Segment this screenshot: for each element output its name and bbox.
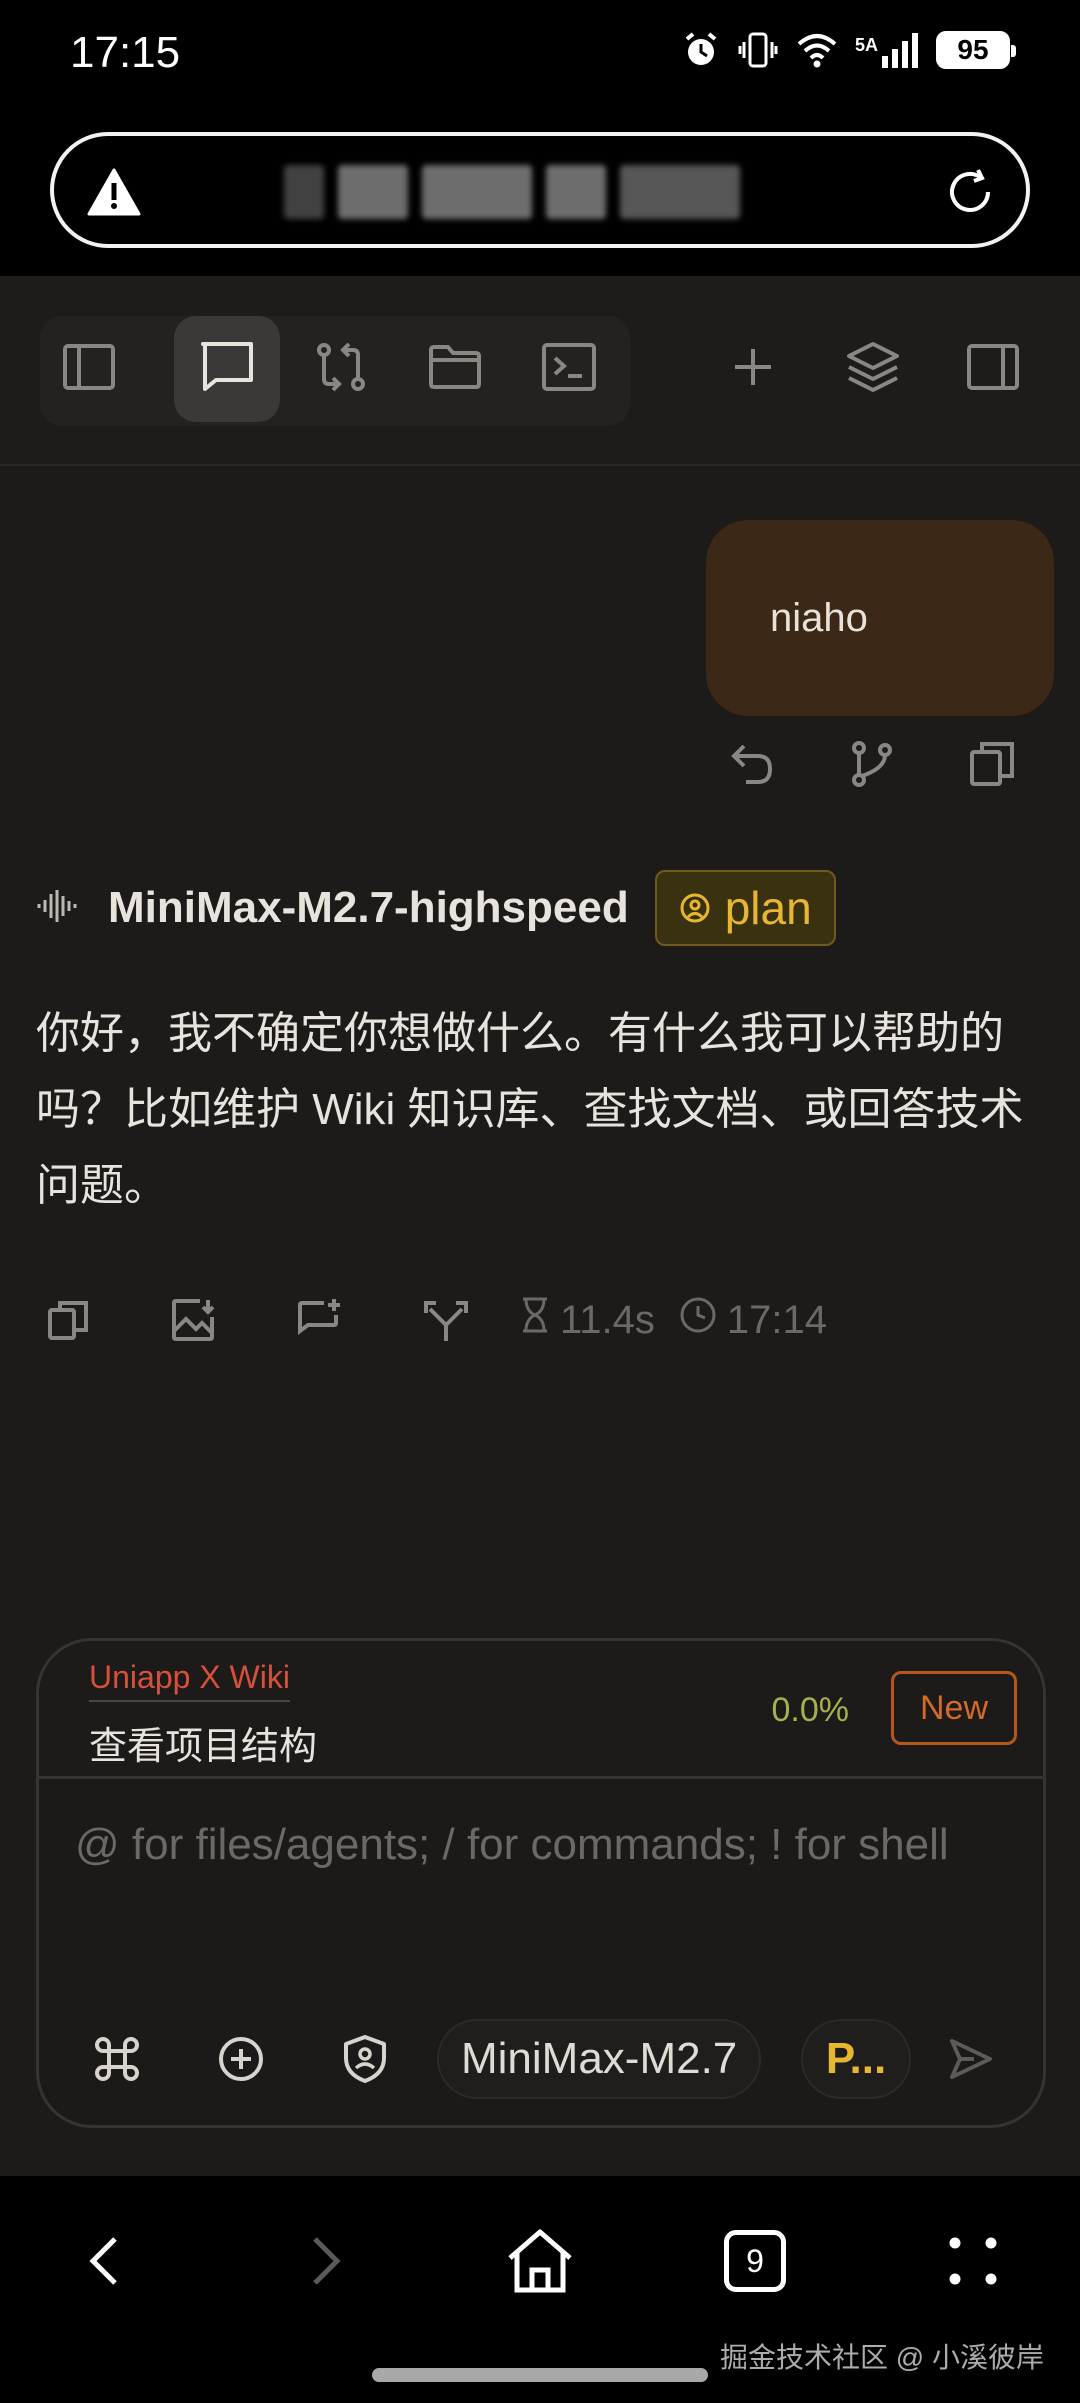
add-circle-icon — [219, 2037, 263, 2081]
comment-add-button[interactable] — [288, 1288, 352, 1352]
task-header: Uniapp X Wiki 查看项目结构 0.0% New — [39, 1641, 1043, 1779]
image-download-icon — [172, 1299, 215, 1341]
tabs-icon: 9 — [724, 2230, 786, 2292]
chat-icon — [200, 341, 254, 398]
status-time: 17:15 — [70, 28, 181, 77]
mode-selector[interactable]: P... — [801, 2019, 911, 2099]
undo-icon — [726, 744, 778, 794]
comment-add-icon — [298, 1299, 340, 1335]
time-text: 17:14 — [726, 1297, 827, 1342]
back-icon — [89, 2237, 117, 2285]
mode-badge: plan — [654, 870, 836, 946]
prompt-input[interactable]: @ for files/agents; / for commands; ! fo… — [75, 1809, 975, 1881]
tab-files[interactable] — [402, 316, 508, 422]
home-icon — [508, 2229, 572, 2293]
duration-text: 11.4s — [560, 1297, 655, 1342]
time-meta: 17:14 — [679, 1296, 827, 1344]
copy-reply-button[interactable] — [36, 1288, 100, 1352]
warning-triangle-icon[interactable] — [86, 166, 142, 223]
add-attachment-button[interactable] — [207, 2025, 275, 2093]
right-panel-icon — [967, 343, 1019, 395]
home-button[interactable] — [495, 2216, 585, 2306]
tab-git-compare[interactable] — [288, 316, 394, 422]
task-title[interactable]: 查看项目结构 — [89, 1715, 317, 1770]
plus-icon — [731, 345, 775, 394]
task-progress: 0.0% — [771, 1691, 850, 1729]
shield-user-icon — [344, 2035, 386, 2083]
new-session-button[interactable] — [700, 316, 806, 422]
home-indicator[interactable] — [372, 2368, 708, 2382]
project-name[interactable]: Uniapp X Wiki — [89, 1659, 290, 1702]
assistant-reply-text: 你好，我不确定你想做什么。有什么我可以帮助的吗？比如维护 Wiki 知识库、查找… — [36, 1009, 1024, 1210]
fork-icon — [424, 1301, 468, 1341]
agent-face-icon — [679, 881, 711, 935]
branch-icon — [846, 741, 898, 794]
composer: Uniapp X Wiki 查看项目结构 0.0% New @ for file… — [36, 1638, 1046, 2128]
command-icon — [95, 2037, 139, 2081]
copy-icon — [966, 742, 1018, 794]
model-selector[interactable]: MiniMax-M2.7 — [437, 2019, 762, 2099]
assistant-model-name: MiniMax-M2.7-highspeed — [108, 883, 629, 932]
toolbar — [0, 276, 1080, 466]
git-compare-icon — [314, 341, 368, 398]
duration-meta: 11.4s — [520, 1296, 655, 1344]
fork-button[interactable] — [414, 1288, 478, 1352]
forward-icon — [313, 2237, 341, 2285]
tab-terminal[interactable] — [516, 316, 622, 422]
new-task-button[interactable]: New — [891, 1671, 1017, 1745]
sidebar-toggle-button[interactable] — [36, 316, 142, 422]
status-icons: 5A 95 — [681, 30, 1016, 70]
assistant-header: MiniMax-M2.7-highspeed plan — [36, 870, 836, 946]
copy-message-button[interactable] — [966, 738, 1018, 795]
command-button[interactable] — [83, 2025, 151, 2093]
layers-button[interactable] — [820, 316, 926, 422]
signal-icon: 5A — [855, 30, 920, 70]
vibrate-icon — [737, 30, 779, 70]
folder-icon — [428, 344, 482, 395]
status-bar: 17:15 5A 95 — [0, 0, 1080, 110]
hourglass-icon — [520, 1296, 550, 1344]
reload-icon[interactable] — [942, 164, 998, 225]
composer-toolbar: MiniMax-M2.7 P... — [39, 1985, 1043, 2125]
user-message-bubble: niaho — [706, 520, 1054, 716]
address-bar-container — [0, 110, 1080, 276]
branch-button[interactable] — [846, 738, 898, 795]
permissions-button[interactable] — [331, 2025, 399, 2093]
alarm-icon — [681, 30, 721, 70]
send-icon — [950, 2039, 992, 2079]
assistant-actions: 11.4s 17:14 — [36, 1288, 851, 1352]
sidebar-toggle-icon — [63, 343, 115, 395]
audio-wave-icon — [36, 886, 78, 931]
menu-dots-icon — [949, 2237, 997, 2285]
clock-icon — [679, 1296, 717, 1344]
url-text-blurred[interactable] — [284, 160, 844, 224]
layers-icon — [846, 340, 900, 399]
back-button[interactable] — [60, 2216, 150, 2306]
address-bar[interactable] — [50, 132, 1030, 248]
watermark: 掘金技术社区 @ 小溪彼岸 — [720, 2342, 1044, 2373]
wifi-icon — [795, 30, 839, 70]
forward-button[interactable] — [280, 2216, 370, 2306]
send-button[interactable] — [937, 2025, 1005, 2093]
mode-badge-label: plan — [724, 882, 812, 934]
tab-chat[interactable] — [174, 316, 280, 422]
menu-button[interactable] — [928, 2216, 1018, 2306]
tabs-button[interactable]: 9 — [710, 2216, 800, 2306]
undo-button[interactable] — [726, 738, 778, 795]
right-panel-button[interactable] — [940, 316, 1046, 422]
network-label: 5A — [854, 35, 878, 55]
user-message-text: niaho — [770, 595, 868, 640]
battery-icon: 95 — [936, 31, 1016, 69]
terminal-icon — [542, 342, 596, 396]
image-download-button[interactable] — [162, 1288, 226, 1352]
